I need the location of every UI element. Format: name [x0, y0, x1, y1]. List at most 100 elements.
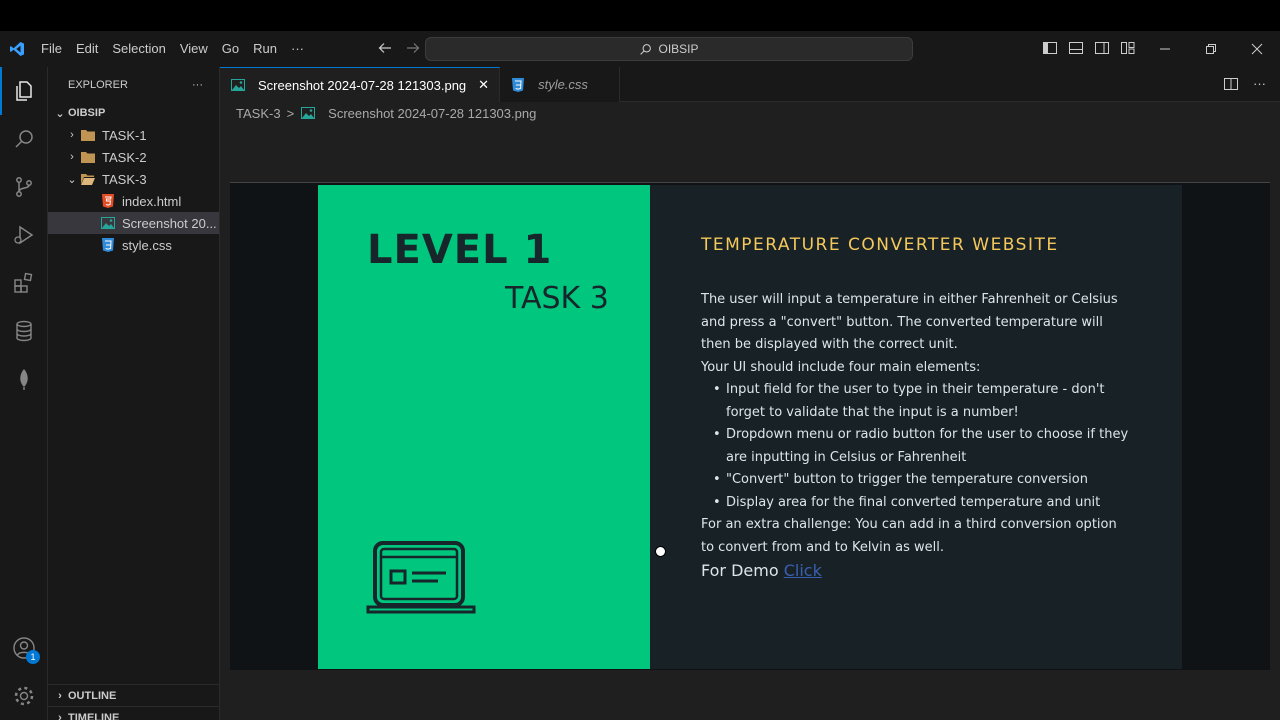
activity-bottom: 1	[0, 624, 48, 720]
menu-bar: File Edit Selection View Go Run ···	[34, 31, 311, 67]
image-file-icon	[230, 77, 246, 93]
menu-file[interactable]: File	[34, 31, 69, 67]
laptop-icon	[366, 541, 476, 622]
vscode-logo-icon	[0, 31, 34, 67]
root-folder-label: OIBSIP	[68, 107, 106, 119]
mongodb-activity[interactable]	[0, 355, 48, 403]
timeline-section[interactable]: › TIMELINE	[48, 706, 220, 720]
title-bar: File Edit Selection View Go Run ··· OIBS…	[0, 31, 1280, 67]
description-paragraph-3: For an extra challenge: You can add in a…	[701, 517, 1117, 555]
back-arrow-icon[interactable]	[377, 40, 393, 59]
html-file-icon	[100, 193, 116, 209]
chevron-right-icon: ›	[58, 689, 62, 702]
search-activity[interactable]	[0, 115, 48, 163]
minimize-icon[interactable]	[1142, 31, 1188, 67]
chevron-right-icon: ›	[70, 129, 74, 141]
window-controls	[1142, 31, 1280, 67]
extensions-icon	[14, 272, 33, 293]
tab-screenshot[interactable]: Screenshot 2024-07-28 121303.png ✕	[220, 67, 501, 102]
customize-layout-icon[interactable]	[1120, 40, 1136, 56]
nav-arrows	[377, 40, 421, 59]
folder-open-icon	[80, 171, 96, 187]
menu-go[interactable]: Go	[215, 31, 246, 67]
image-file-icon	[100, 215, 116, 231]
image-file-icon	[300, 105, 316, 121]
outline-label: OUTLINE	[68, 689, 117, 702]
file-label: Screenshot 20...	[122, 215, 217, 231]
folder-task-1[interactable]: › TASK-1	[48, 124, 219, 146]
root-folder-oibsip[interactable]: ⌄ OIBSIP	[48, 102, 219, 124]
close-window-icon[interactable]	[1234, 31, 1280, 67]
breadcrumb-file[interactable]: Screenshot 2024-07-28 121303.png	[328, 106, 536, 121]
command-center[interactable]: OIBSIP	[425, 37, 913, 61]
menu-view[interactable]: View	[173, 31, 215, 67]
more-actions-icon[interactable]: ···	[1253, 76, 1266, 95]
toggle-primary-sidebar-icon[interactable]	[1042, 40, 1058, 56]
description-panel: TEMPERATURE CONVERTER WEBSITE The user w…	[650, 185, 1182, 669]
description-paragraph-1: The user will input a temperature in eit…	[701, 292, 1118, 352]
menu-run[interactable]: Run	[246, 31, 284, 67]
breadcrumb-folder[interactable]: TASK-3	[236, 106, 281, 121]
source-control-activity[interactable]	[0, 163, 48, 211]
menu-selection[interactable]: Selection	[105, 31, 172, 67]
explorer-title: EXPLORER	[68, 78, 128, 91]
explorer-more-button[interactable]: ···	[192, 79, 203, 91]
css-file-icon	[510, 77, 526, 93]
close-tab-icon[interactable]: ✕	[478, 77, 489, 93]
search-icon	[640, 43, 652, 55]
file-screenshot[interactable]: Screenshot 20...	[48, 212, 219, 234]
chevron-right-icon: ›	[70, 151, 74, 163]
chevron-right-icon: ›	[58, 711, 62, 720]
tab-style-css[interactable]: style.css	[500, 67, 621, 102]
command-center-text: OIBSIP	[658, 42, 699, 56]
image-preview: LEVEL 1 TASK 3 TEMPERATURE CONVERTER WEB…	[230, 182, 1270, 670]
editor-tabs: Screenshot 2024-07-28 121303.png ✕ style…	[220, 67, 1280, 102]
toggle-secondary-sidebar-icon[interactable]	[1094, 40, 1110, 56]
converter-heading: TEMPERATURE CONVERTER WEBSITE	[701, 235, 1059, 255]
toggle-panel-icon[interactable]	[1068, 40, 1084, 56]
file-label: index.html	[122, 193, 182, 209]
css-file-icon	[100, 237, 116, 253]
leaf-icon	[20, 369, 28, 390]
outline-section[interactable]: › OUTLINE	[48, 684, 220, 706]
explorer-activity[interactable]	[0, 67, 48, 115]
folder-icon	[80, 127, 96, 143]
accounts-activity[interactable]: 1	[0, 624, 48, 672]
description: The user will input a temperature in eit…	[701, 289, 1131, 559]
folder-task-3[interactable]: ⌄ TASK-3	[48, 168, 219, 190]
explorer-sidebar: EXPLORER ··· ⌄ OIBSIP › TASK-1 › TASK-2 …	[48, 67, 220, 720]
demo-link[interactable]: Click	[784, 561, 822, 580]
database-icon	[16, 320, 32, 342]
source-control-icon	[16, 177, 32, 197]
level-heading: LEVEL 1	[367, 227, 553, 273]
database-activity[interactable]	[0, 307, 48, 355]
folder-label: TASK-3	[102, 171, 147, 187]
list-item: Dropdown menu or radio button for the us…	[713, 424, 1131, 469]
menu-more[interactable]: ···	[284, 31, 311, 67]
run-debug-activity[interactable]	[0, 211, 48, 259]
green-panel: LEVEL 1 TASK 3	[318, 185, 650, 669]
file-index-html[interactable]: index.html	[48, 190, 219, 212]
forward-arrow-icon[interactable]	[405, 40, 421, 59]
description-paragraph-2: Your UI should include four main element…	[701, 359, 981, 375]
tab-label: style.css	[538, 77, 588, 92]
folder-label: TASK-1	[102, 127, 147, 143]
tab-label: Screenshot 2024-07-28 121303.png	[258, 77, 467, 93]
list-item: Input field for the user to type in thei…	[713, 379, 1131, 424]
files-icon	[16, 81, 32, 101]
breadcrumb-separator: >	[286, 105, 295, 121]
file-style-css[interactable]: style.css	[48, 234, 219, 256]
account-badge: 1	[26, 650, 40, 664]
list-item: Display area for the final converted tem…	[713, 492, 1131, 515]
list-item: "Convert" button to trigger the temperat…	[713, 469, 1131, 492]
demo-line: For Demo Click	[701, 561, 822, 580]
restore-icon[interactable]	[1188, 31, 1234, 67]
gear-icon	[14, 686, 34, 706]
split-editor-icon[interactable]	[1223, 76, 1239, 95]
folder-task-2[interactable]: › TASK-2	[48, 146, 219, 168]
menu-edit[interactable]: Edit	[69, 31, 105, 67]
chevron-down-icon: ⌄	[55, 107, 65, 120]
extensions-activity[interactable]	[0, 259, 48, 307]
manage-activity[interactable]	[0, 672, 48, 720]
editor-area: Screenshot 2024-07-28 121303.png ✕ style…	[220, 67, 1280, 720]
